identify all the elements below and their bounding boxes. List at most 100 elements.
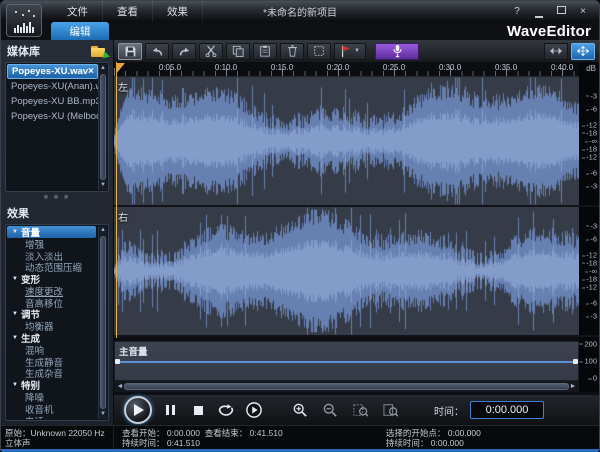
- right-channel-label: 右: [118, 213, 128, 224]
- horizontal-scroll-row: ◄ ►: [114, 381, 599, 392]
- loop-button[interactable]: [216, 400, 236, 420]
- horizontal-scrollbar[interactable]: ◄ ►: [114, 381, 579, 392]
- scroll-right-icon[interactable]: ►: [569, 383, 577, 390]
- time-value-field[interactable]: 0:00.000: [470, 401, 544, 419]
- close-button[interactable]: ×: [577, 6, 589, 18]
- master-volume-track[interactable]: 主音量: [114, 341, 579, 381]
- fit-all-button[interactable]: [571, 42, 595, 60]
- right-channel-wave[interactable]: 右: [114, 207, 579, 335]
- media-item[interactable]: Popeyes-XU(Anan).wav: [7, 79, 98, 94]
- db-tick-label: -6: [586, 299, 597, 308]
- delete-button[interactable]: [280, 42, 304, 60]
- volume-envelope-line[interactable]: [115, 359, 578, 364]
- ruler-time-label: 0:20.0: [326, 63, 350, 72]
- playhead-marker-icon[interactable]: [116, 63, 125, 74]
- scrollbar-thumb[interactable]: [100, 236, 106, 409]
- maximize-button[interactable]: [555, 5, 567, 18]
- record-button[interactable]: [375, 42, 419, 60]
- view-duration-label: 持续时间：: [122, 438, 165, 448]
- scroll-down-icon[interactable]: ▼: [99, 410, 107, 419]
- ruler-time-label: 0:35.0: [494, 63, 518, 72]
- envelope-handle[interactable]: [573, 359, 578, 364]
- redo-button[interactable]: [172, 42, 196, 60]
- import-media-icon[interactable]: [91, 45, 110, 61]
- media-item[interactable]: Popeyes-XU BB.mp3: [7, 94, 98, 109]
- scroll-left-icon[interactable]: ◄: [116, 383, 124, 390]
- selection-start-label: 选择的开始点：: [385, 428, 446, 438]
- menu-item-效果[interactable]: 效果: [153, 1, 203, 22]
- master-volume-row: 主音量 200 100 0: [114, 339, 599, 383]
- stop-button[interactable]: [188, 400, 208, 420]
- collapse-icon[interactable]: ▼: [12, 311, 18, 317]
- scrollbar-thumb[interactable]: [100, 74, 106, 180]
- zoom-selection-button[interactable]: [350, 400, 370, 420]
- ruler-time-label: 0:40.0: [550, 63, 574, 72]
- fit-horizontal-button[interactable]: [544, 42, 568, 60]
- minimize-button[interactable]: [533, 6, 545, 18]
- play-button[interactable]: [124, 396, 152, 424]
- play-selection-button[interactable]: [244, 400, 264, 420]
- ruler-time-label: 0:25.0: [382, 63, 406, 72]
- selection-start-value: 0:00.000: [447, 428, 481, 438]
- help-button[interactable]: ?: [511, 6, 523, 18]
- paste-button[interactable]: [253, 42, 277, 60]
- timeline-ruler[interactable]: 0:05.0 0:10.0 0:15.0 0:20.0 0:25.0 0:30.0 0:35…: [114, 62, 579, 77]
- playhead-line[interactable]: [116, 62, 117, 338]
- db-unit-label: dB: [586, 64, 596, 73]
- right-db-scale: -3 -6 -12 -18 -∞ -18 -12 -6 -3: [579, 207, 599, 335]
- logo-sparkles: [13, 9, 35, 19]
- media-item[interactable]: Popeyes-XU (Melboorn...: [7, 109, 98, 124]
- media-list-scrollbar[interactable]: ▲ ▼: [98, 64, 107, 190]
- zoom-in-button[interactable]: [290, 400, 310, 420]
- right-waveform-canvas[interactable]: [114, 207, 579, 335]
- transport-bar: 时间： 0:00.000: [114, 395, 599, 425]
- collapse-icon[interactable]: ▼: [12, 335, 18, 341]
- trim-button[interactable]: [307, 42, 331, 60]
- effect-label: 电话: [25, 414, 44, 419]
- left-waveform-canvas[interactable]: [114, 77, 579, 205]
- pause-button[interactable]: [160, 400, 180, 420]
- media-library-title: 媒体库: [7, 46, 40, 58]
- zoom-fit-button[interactable]: [380, 400, 400, 420]
- copy-button[interactable]: [226, 42, 250, 60]
- save-button[interactable]: [118, 42, 142, 60]
- media-item[interactable]: Popeyes-XU.wav ×: [7, 64, 98, 79]
- status-bar: 原始：Unknown 22050 Hz 立体声 查看开始： 0:00.000 查…: [1, 425, 599, 449]
- undo-button[interactable]: [145, 42, 169, 60]
- collapse-icon[interactable]: ▼: [12, 382, 18, 388]
- sidebar-splitter[interactable]: ■ ■ ■: [1, 192, 113, 202]
- collapse-icon[interactable]: ▼: [12, 229, 18, 235]
- scroll-up-icon[interactable]: ▲: [99, 226, 107, 235]
- zoom-out-button[interactable]: [320, 400, 340, 420]
- scroll-down-icon[interactable]: ▼: [99, 181, 107, 190]
- view-start-value: 0:00.000: [166, 428, 200, 438]
- marker-button[interactable]: ▼: [334, 42, 366, 60]
- effects-section-特别[interactable]: ▼ 特别: [7, 379, 98, 392]
- origin-value: Unknown 22050 Hz: [30, 428, 105, 438]
- remove-media-icon[interactable]: ×: [88, 66, 94, 77]
- volume-scale: 200 100 0: [579, 339, 599, 383]
- collapse-icon[interactable]: ▼: [12, 276, 18, 282]
- db-tick-label: -3: [586, 182, 597, 191]
- left-channel-wave[interactable]: 左: [114, 77, 579, 205]
- media-item-label: Popeyes-XU (Melboorn...: [11, 111, 98, 122]
- menu-item-文件[interactable]: 文件: [53, 1, 103, 22]
- scroll-up-icon[interactable]: ▲: [99, 64, 107, 73]
- menu-item-查看[interactable]: 查看: [103, 1, 153, 22]
- effects-section-生成[interactable]: ▼ 生成: [7, 332, 98, 345]
- selection-duration-value: 0:00.000: [430, 438, 464, 448]
- app-window: 文件 查看 效果 *未命名的新项目 ? × 编辑 WaveEditor 媒体库 Po…: [0, 0, 600, 452]
- view-toggle-group: [544, 42, 595, 60]
- hscrollbar-thumb[interactable]: [124, 383, 569, 390]
- effects-section-音量[interactable]: ▼ 音量: [7, 226, 96, 239]
- window-controls: ? ×: [511, 5, 599, 18]
- effects-scrollbar[interactable]: ▲ ▼: [98, 226, 107, 419]
- cut-button[interactable]: [199, 42, 223, 60]
- effects-title: 效果: [7, 208, 29, 220]
- effect-item-收音机[interactable]: 收音机: [7, 403, 98, 416]
- db-tick-label: -3: [586, 91, 597, 100]
- envelope-handle[interactable]: [115, 359, 120, 364]
- marker-dropdown-icon[interactable]: ▼: [354, 48, 360, 54]
- tab-edit[interactable]: 编辑: [51, 22, 109, 40]
- left-db-scale: -3 -6 -12 -18 -∞ -18 -12 -6 -3: [579, 77, 599, 205]
